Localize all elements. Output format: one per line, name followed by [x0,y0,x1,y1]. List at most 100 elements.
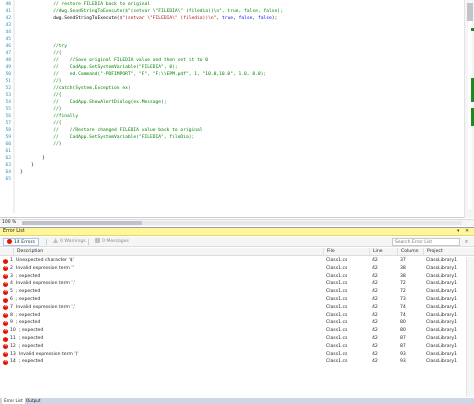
code-line[interactable]: // ed.Command("-PDFIMPORT", "F", "F:\\EP… [20,71,266,78]
table-row[interactable]: 6; expected Class1.cs 42 73 ClassLibrary1 [0,296,474,304]
line-number: 65 [5,177,11,182]
table-row[interactable]: 5; expected Class1.cs 42 72 ClassLibrary1 [0,288,474,296]
code-line[interactable]: } [20,155,45,162]
line-number: 60 [5,142,11,147]
error-column: 38 [400,273,406,279]
code-line[interactable]: //finally [20,113,78,120]
panel-window-buttons[interactable]: ▾ ✕ [457,228,471,236]
code-line[interactable]: //{ [20,92,61,99]
error-project: ClassLibrary1 [426,281,458,287]
table-row[interactable]: 3; expected Class1.cs 42 38 ClassLibrary1 [0,273,474,281]
table-row[interactable]: 1Unexpected character '$' Class1.cs 42 37 Cl… [0,257,474,265]
table-row[interactable]: 12; expected Class1.cs 42 87 ClassLibrary1 [0,343,474,351]
error-line: 42 [372,281,378,287]
error-file: Class1.cs [326,320,348,326]
line-number: 47 [5,51,11,56]
error-project: ClassLibrary1 [426,336,458,341]
editor-vertical-scrollbar[interactable] [464,0,474,218]
search-input[interactable]: Search Error List [392,238,460,246]
table-row[interactable]: 2Invalid expression term '' Class1.cs 42 38… [0,265,474,273]
column-header-file[interactable]: File [323,248,369,256]
error-project: ClassLibrary1 [426,320,458,326]
scrollbar-thumb[interactable] [467,3,473,21]
code-line[interactable]: //} [20,78,61,85]
editor-status-bar: 100 % [0,219,474,226]
error-file: Class1.cs [326,289,348,295]
error-icon [3,257,8,264]
error-line: 42 [372,289,378,295]
error-line: 42 [372,351,378,357]
column-header-description[interactable]: Description [13,248,323,256]
error-description: ; expected [16,289,41,295]
error-list-scrollbar[interactable] [466,257,474,397]
table-row[interactable]: 13Invalid expression term ')' Class1.cs 42… [0,351,474,359]
code-line[interactable]: //catch(System.Exception ex) [20,85,131,92]
error-file: Class1.cs [326,258,348,263]
code-line[interactable]: // restore FILEDIA back to original [20,1,150,8]
error-column: 72 [400,281,406,287]
code-line[interactable]: } [20,169,23,176]
table-row[interactable]: 7Invalid expression term ',' Class1.cs 42 7… [0,304,474,312]
messages-filter-button[interactable]: 0 Messages [92,238,132,246]
code-token: // CadApp.SetSystemVariable("FILEDIA", 0… [20,65,178,70]
line-number: 58 [5,128,11,133]
code-line[interactable]: // //Restore changed FILEDIA value back … [20,127,202,134]
column-header-icon[interactable] [0,248,13,256]
tab-error-list[interactable]: Error List [2,398,25,404]
scrollbar-track[interactable] [468,3,472,209]
table-row[interactable]: 8; expected Class1.cs 42 74 ClassLibrary1 [0,312,474,320]
error-file: Class1.cs [326,328,348,334]
error-icon [3,281,8,287]
error-description: Unexpected character '$' [16,258,74,263]
code-line[interactable]: //} [20,106,61,113]
table-row[interactable]: 4Invalid expression term '.' Class1.cs 42 7… [0,280,474,288]
code-line[interactable]: //dwg.SendStringToExecute($"(setvar \"FI… [20,8,283,15]
table-row[interactable]: 10; expected Class1.cs 42 80 ClassLibrary1 [0,327,474,335]
column-header-line[interactable]: Line [369,248,397,256]
table-row[interactable]: 11; expected Class1.cs 42 87 ClassLibrary1 [0,335,474,343]
code-token: //catch(System.Exception ex) [20,86,131,91]
code-line[interactable]: //} [20,141,61,148]
search-icon[interactable]: ⌕ [462,238,471,246]
messages-filter-label: 0 Messages [102,239,129,244]
code-token: //{ [20,121,62,126]
error-column: 80 [400,328,406,334]
code-token: // //Save original FILEDIA value and the… [20,58,209,63]
error-column: 73 [400,297,406,302]
horizontal-scrollbar-thumb[interactable] [22,221,142,225]
code-line[interactable]: dwg.SendStringToExecute($"(setvar \"FILE… [20,15,277,22]
column-header-project[interactable]: Project [423,248,466,256]
code-token: // CadApp.ShowAlertDialog(ex.Message); [20,100,167,105]
row-number: 13 [10,351,16,357]
table-row[interactable]: 14; expected Class1.cs 42 93 ClassLibrary1 [0,358,474,366]
error-file: Class1.cs [326,304,348,310]
errors-filter-button[interactable]: 14 Errors [3,238,39,246]
error-column: 72 [400,289,406,295]
table-row[interactable]: 9; expected Class1.cs 42 80 ClassLibrary1 [0,319,474,327]
code-text-area[interactable]: // restore FILEDIA back to original //dw… [20,0,460,213]
code-line[interactable]: // CadApp.SetSystemVariable("FILEDIA", 0… [20,64,178,71]
code-token: //{ [20,51,62,56]
code-line[interactable]: //try [20,43,67,50]
error-project: ClassLibrary1 [426,312,458,318]
zoom-level[interactable]: 100 % [2,220,20,226]
code-token: //finally [20,114,79,119]
warnings-filter-button[interactable]: 0 Warnings [50,238,89,246]
code-editor[interactable]: 40 41 42 43 44 45 46 47 48 49 50 51 52 53 54 55 56 57 58 59… [0,0,474,218]
line-number: 46 [5,44,11,49]
code-token: // ed.Command("-PDFIMPORT", "F", "F:\\EP… [20,72,267,77]
line-number: 51 [5,79,11,84]
error-project: ClassLibrary1 [426,328,458,334]
code-line[interactable]: // //Save original FILEDIA value and the… [20,57,208,64]
error-icon [3,351,8,358]
tab-output[interactable]: Output [24,398,43,404]
code-line[interactable]: //{ [20,120,62,127]
code-line[interactable]: } [20,162,34,169]
code-line[interactable]: //{ [20,50,62,57]
code-line[interactable]: // CadApp.ShowAlertDialog(ex.Message); [20,99,167,106]
warning-icon [53,238,58,243]
error-column: 74 [400,304,406,310]
code-line[interactable]: // CadApp.SetSystemVariable("FILEDIA", f… [20,134,194,141]
error-icon [3,296,8,303]
column-header-column[interactable]: Column [397,248,423,256]
